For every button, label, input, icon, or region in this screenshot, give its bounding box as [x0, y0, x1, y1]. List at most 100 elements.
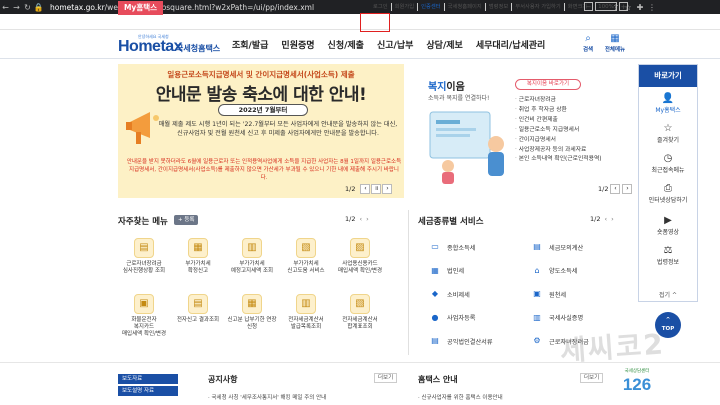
welfare-list-item[interactable]: 근로자녀장려금 [515, 96, 602, 106]
util-link[interactable]: 로그인 [370, 3, 391, 11]
faq-item[interactable]: ▤ 근로자녀장려금 심사진행상황 조회 [118, 238, 170, 275]
faq-pager: 1/2 ‹ › [345, 215, 369, 223]
notice-more-button[interactable]: 더보기 [374, 373, 398, 383]
forward-icon[interactable]: → [11, 3, 22, 12]
tax-service-item[interactable]: ▣ 원천세 [532, 289, 566, 299]
sidebar-item[interactable]: ⚖ 법령정보 [639, 245, 697, 266]
scale-icon: ⚖ [663, 245, 673, 256]
tax-service-label: 세금모의계산 [549, 244, 584, 252]
util-link[interactable]: 국세청홈페이지 [443, 3, 485, 11]
search-icon: ⌕ [585, 33, 591, 44]
welfare-link-button[interactable]: 복지이음 바로가기 [515, 79, 581, 90]
lock-icon: 🔒 [33, 2, 44, 12]
menu-icon[interactable]: ⋮ [646, 3, 658, 12]
faq-item-label: 전자세금계산서 발급목록조회 [288, 317, 324, 330]
faq-item-label: 전자신고 결과조회 [176, 317, 220, 323]
sidebar-item[interactable]: 👤 My홈택스 [639, 93, 697, 114]
tax-service-item[interactable]: ▦ 법인세 [430, 266, 464, 276]
faq-title: 자주찾는 메뉴 [118, 217, 168, 227]
tax-service-label: 사업자등록 [447, 315, 476, 322]
hometax-guide-more-button[interactable]: 더보기 [580, 373, 604, 383]
url-host: hometax.go.kr [50, 2, 105, 12]
welfare-list-item[interactable]: 본인 소득내역 확인(근로인적용역) [515, 155, 602, 165]
quick-link-sidebar: 바로가기 👤 My홈택스 ☆ 즐겨찾기 ◷ 최근접속메뉴 ⎙ 인터넷상담하기 ▶ 숏폼영상 ⚖ 법령정… [638, 64, 698, 302]
notice-title: 공지사항 [208, 375, 238, 384]
sidebar-item[interactable]: ⎙ 인터넷상담하기 [639, 183, 697, 204]
zoom-out-button[interactable]: − [584, 2, 593, 11]
nav-item[interactable]: 민원증명 [281, 38, 314, 51]
main-banner[interactable]: 일용근로소득지급명세서 및 간이지급명세서(사업소득) 제출 안내문 발송 축소… [118, 64, 404, 198]
call-center-badge[interactable]: 국세상담센터 126 [614, 368, 660, 405]
faq-item[interactable]: ▦ 신고분 납부기한 연장신청 [226, 294, 278, 331]
pause-icon[interactable]: ॥ [371, 184, 382, 194]
nav-item[interactable]: 세무대리/납세관리 [476, 38, 546, 51]
util-link[interactable]: 회원가입 [390, 3, 418, 11]
faq-item[interactable]: ▣ 화물운전자 복지카드 매입세액 확인/변경 [118, 294, 170, 338]
faq-item[interactable]: ▦ 부가가치세 확정신고 [172, 238, 224, 275]
nav-item[interactable]: 신고/납부 [377, 38, 413, 51]
hometax-guide-item[interactable]: · 신규사업자를 위한 홈택스 이용안내 [418, 393, 503, 401]
welfare-desc: 소득과 복지를 연결하다! [428, 95, 490, 102]
prev-arrow-icon[interactable]: ‹ [604, 215, 607, 223]
faq-item[interactable]: ▧ 부가가치세 신고도움 서비스 [280, 238, 332, 275]
welfare-list: 근로자녀장려금취업 후 학자금 상환인건비 간편제출일용근로소득 지급명세서간이… [515, 96, 602, 165]
faq-item-label: 사업용신용카드 매입세액 확인/변경 [337, 261, 383, 274]
press-box-item[interactable]: 보도자료 [118, 374, 178, 384]
notice-item[interactable]: · 국세청 사칭 '세무조사통지서' 해킹 메일 주의 안내 [208, 393, 326, 401]
extension-icon[interactable]: ✚ [634, 3, 646, 12]
document-icon: ▤ [134, 238, 154, 258]
tax-service-item[interactable]: ▥ 국세사실증명 [532, 313, 583, 323]
util-link[interactable]: 부서사용자 가입하기 [511, 3, 564, 11]
faq-item[interactable]: ▤ 전자신고 결과조회 [172, 294, 224, 324]
welfare-list-item[interactable]: 일용근로소득 지급명세서 [515, 126, 602, 136]
zoom-value[interactable]: 100% [595, 2, 617, 11]
search-button[interactable]: ⌕ 검색 [578, 33, 598, 53]
nav-item[interactable]: 조회/발급 [232, 38, 268, 51]
next-arrow-icon[interactable]: › [382, 184, 393, 194]
tax-service-item[interactable]: ▤ 공익법인결산서류 [430, 336, 492, 346]
sidebar-item-label: 숏폼영상 [656, 229, 680, 236]
faq-item-label: 근로자녀장려금 심사진행상황 조회 [122, 261, 166, 274]
faq-item[interactable]: ▥ 전자세금계산서 발급목록조회 [280, 294, 332, 331]
section-divider [408, 210, 409, 355]
welfare-pager: 1/2 ‹ › [598, 184, 633, 194]
sidebar-item-label: 인터넷상담하기 [648, 197, 688, 204]
prev-arrow-icon[interactable]: ‹ [610, 184, 621, 194]
banner-pager: 1/2 ‹ ॥ › [345, 184, 393, 194]
sidebar-item[interactable]: ▶ 숏폼영상 [639, 215, 697, 236]
tax-service-item[interactable]: ▤ 세금모의계산 [532, 242, 583, 252]
faq-item[interactable]: ▨ 사업용신용카드 매입세액 확인/변경 [334, 238, 386, 275]
tax-service-item[interactable]: ▭ 종합소득세 [430, 242, 475, 252]
zoom-in-button[interactable]: + [619, 2, 628, 11]
welfare-list-item[interactable]: 인건비 간편제출 [515, 116, 602, 126]
all-menu-button[interactable]: ▦ 전체메뉴 [600, 33, 630, 53]
back-icon[interactable]: ← [0, 3, 11, 12]
nav-item[interactable]: 상담/제보 [426, 38, 462, 51]
nav-item[interactable]: 신청/제출 [328, 38, 364, 51]
tax-service-item[interactable]: ● 사업자등록 [430, 313, 476, 323]
sidebar-item[interactable]: ☆ 즐겨찾기 [639, 123, 697, 144]
sidebar-fold-button[interactable]: 접기 ^ [639, 290, 697, 299]
next-arrow-icon[interactable]: › [366, 215, 369, 223]
util-link[interactable]: 인증센터 [417, 3, 444, 11]
tax-service-item[interactable]: ⌂ 양도소득세 [532, 266, 577, 276]
press-box-item[interactable]: 보도설명 자료 [118, 386, 178, 396]
tax-service-item[interactable]: ◆ 소비제세 [430, 289, 470, 299]
prev-arrow-icon[interactable]: ‹ [360, 184, 371, 194]
welfare-list-item[interactable]: 취업 후 학자금 상환 [515, 106, 602, 116]
next-arrow-icon[interactable]: › [622, 184, 633, 194]
welfare-list-item[interactable]: 사업장제공자 등의 과세자료 [515, 146, 602, 156]
faq-item[interactable]: ▧ 전자세금계산서 합계표조회 [334, 294, 386, 331]
sidebar-item[interactable]: ◷ 최근접속메뉴 [639, 153, 697, 174]
faq-register-button[interactable]: + 등록 [174, 215, 199, 225]
faq-item[interactable]: ▥ 부가가치세 예정고지세액 조회 [226, 238, 278, 275]
document-icon: ▨ [350, 238, 370, 258]
prev-arrow-icon[interactable]: ‹ [359, 215, 362, 223]
reload-icon[interactable]: ↻ [22, 3, 33, 12]
welfare-list-item[interactable]: 간이지급명세서 [515, 136, 602, 146]
hometax-logo[interactable]: 안녕하세요 국세청 Hometax 국세청홈택스 [118, 34, 248, 58]
printer-icon: ⎙ [664, 183, 672, 194]
my-hometax-button[interactable]: My홈택스 [118, 1, 163, 15]
util-link[interactable]: 범령정보 [484, 3, 512, 11]
next-arrow-icon[interactable]: › [611, 215, 614, 223]
